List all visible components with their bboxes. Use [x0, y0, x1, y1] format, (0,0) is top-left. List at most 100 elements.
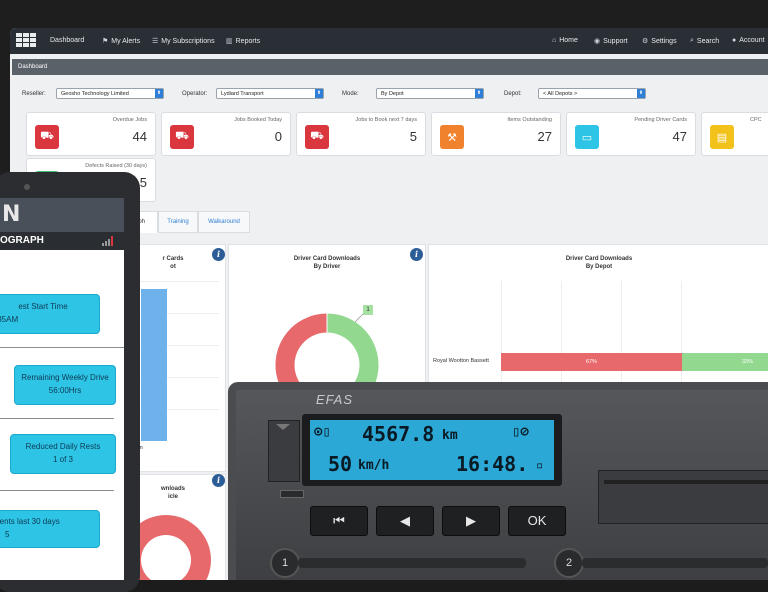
bar-segment-green[interactable]: 33%: [681, 353, 768, 371]
phone-camera: [24, 184, 30, 190]
nav-account[interactable]: ● Account: [732, 37, 765, 44]
signal-icon: [102, 236, 116, 246]
phone-screen: N OGRAPH est Start Time :35AM Remaining …: [0, 198, 124, 580]
card-pending-driver-cards[interactable]: ▭ Pending Driver Cards 47: [566, 112, 696, 156]
id-card-icon: ▭: [575, 125, 599, 149]
card-value: 0: [274, 129, 282, 144]
certificate-icon: ▤: [710, 125, 734, 149]
apps-grid-icon[interactable]: [16, 33, 36, 49]
button-line1: ments last 30 days: [0, 517, 60, 526]
indicator-led: [280, 490, 304, 498]
nav-account-label: Account: [739, 37, 765, 44]
nav-home[interactable]: ⌂ Home: [552, 37, 578, 44]
latest-start-time-button[interactable]: est Start Time :35AM: [0, 294, 100, 334]
card-cpc[interactable]: ▤ CPC: [701, 112, 768, 156]
info-icon[interactable]: i: [212, 474, 225, 487]
card-label: Jobs Booked Today: [234, 117, 282, 123]
bar-category-label: Royal Wootton Bassett: [433, 358, 489, 364]
speed-reading: 50: [328, 452, 353, 476]
mode-select[interactable]: By Depot ⬍: [376, 88, 484, 99]
operator-value: Lydiard Transport: [221, 91, 264, 97]
tab-training-label: Training: [167, 219, 189, 225]
tab-training[interactable]: Training: [158, 211, 198, 233]
card-label: Defects Raised (30 days): [85, 163, 147, 169]
nav-my-alerts[interactable]: ⚑ My Alerts: [102, 37, 141, 46]
user-icon: ●: [732, 37, 737, 44]
truck-icon: ⛟: [170, 125, 194, 149]
lcd-display: ⊙▯ 4567.8 km ▯⊘ 50 km/h 16:48. ▫: [310, 420, 554, 480]
phone-header-title: OGRAPH: [0, 235, 44, 246]
phone-header-bar: OGRAPH: [0, 232, 124, 250]
printer-drawer[interactable]: [598, 470, 768, 524]
flag-icon: ⚑: [102, 38, 109, 45]
info-icon[interactable]: i: [410, 248, 423, 261]
support-icon: ◉: [594, 38, 601, 45]
card-items-outstanding[interactable]: ⚒ Items Outstanding 27: [431, 112, 561, 156]
reseller-select[interactable]: Geosho Technology Limited ⬍: [56, 88, 164, 99]
remaining-weekly-drive-button[interactable]: Remaining Weekly Drive 56:00Hrs: [14, 365, 116, 405]
card-label: CPC: [750, 117, 762, 123]
ok-button[interactable]: OK: [508, 506, 566, 536]
tachograph-brand: EFAS: [316, 392, 353, 407]
nav-my-subscriptions[interactable]: ☰ My Subscriptions: [152, 37, 215, 46]
incidents-last-30-days-button[interactable]: ments last 30 days 5: [0, 510, 100, 548]
nav-reports[interactable]: ▥ Reports: [226, 37, 261, 46]
right-arrow-button[interactable]: ▶: [442, 506, 500, 536]
nav-support-label: Support: [603, 37, 628, 45]
bar-data-label: 33%: [741, 359, 753, 365]
odometer-unit: km: [442, 428, 458, 443]
nav-alerts-label: My Alerts: [111, 37, 141, 45]
bar-chart-icon: ▥: [226, 38, 233, 45]
nav-reports-label: Reports: [235, 37, 261, 45]
left-arrow-icon: ◀: [400, 513, 410, 528]
card-value: 5: [409, 129, 417, 144]
card-value: 27: [537, 129, 552, 144]
card-label: Pending Driver Cards: [634, 117, 687, 123]
button-line2: 5: [5, 530, 10, 539]
button-line2: 56:00Hrs: [48, 386, 82, 395]
card-jobs-booked-today[interactable]: ⛟ Jobs Booked Today 0: [161, 112, 291, 156]
driver-card-1-icon: ⊙▯: [314, 424, 331, 440]
nav-dashboard[interactable]: Dashboard: [50, 37, 84, 44]
card-slot-1-opening: [298, 558, 526, 568]
truck-icon: ⛟: [305, 125, 329, 149]
reseller-value: Geosho Technology Limited: [61, 91, 129, 97]
right-arrow-icon: ▶: [466, 513, 476, 528]
nav-search[interactable]: ⌕ Search: [690, 37, 719, 45]
bar: [141, 289, 167, 441]
tab-walkaround[interactable]: Walkaround: [198, 211, 250, 233]
card-slot-2-opening: [582, 558, 768, 568]
divider: [0, 347, 124, 348]
button-line1: est Start Time: [18, 302, 68, 311]
card-slot-1[interactable]: 1: [270, 548, 300, 578]
info-icon[interactable]: i: [212, 248, 225, 261]
nav-support[interactable]: ◉ Support: [594, 37, 628, 46]
operator-label: Operator:: [182, 91, 208, 97]
button-line1: Remaining Weekly Drive: [21, 373, 109, 382]
reseller-label: Reseller:: [22, 91, 46, 97]
operator-select[interactable]: Lydiard Transport ⬍: [216, 88, 324, 99]
button-line2: :35AM: [0, 315, 19, 324]
breadcrumb: Dashboard: [12, 59, 768, 75]
ok-label: OK: [527, 513, 547, 528]
skip-back-button[interactable]: ⏮: [310, 506, 368, 536]
button-line2: 1 of 3: [52, 455, 73, 464]
card-label: Jobs to Book next 7 days: [355, 117, 417, 123]
bar-data-label: 67%: [585, 359, 597, 365]
mode-value: By Depot: [381, 91, 404, 97]
mode-label: Mode:: [342, 91, 359, 97]
donut-data-label: 1: [363, 305, 373, 315]
reduced-daily-rests-button[interactable]: Reduced Daily Rests 1 of 3: [10, 434, 116, 474]
bar-segment-red[interactable]: 67%: [501, 353, 682, 371]
card-jobs-to-book[interactable]: ⛟ Jobs to Book next 7 days 5: [296, 112, 426, 156]
skip-back-icon: ⏮: [333, 513, 345, 528]
search-icon: ⌕: [690, 37, 694, 44]
chevron-down-icon: ⬍: [155, 89, 163, 98]
depot-value: < All Depots >: [543, 91, 578, 97]
card-slot-2[interactable]: 2: [554, 548, 584, 578]
left-arrow-button[interactable]: ◀: [376, 506, 434, 536]
depot-select[interactable]: < All Depots > ⬍: [538, 88, 646, 99]
nav-settings[interactable]: ⚙ Settings: [642, 37, 677, 46]
card-overdue-jobs[interactable]: ⛟ Overdue Jobs 44: [26, 112, 156, 156]
slot-1-label: 1: [281, 557, 289, 569]
